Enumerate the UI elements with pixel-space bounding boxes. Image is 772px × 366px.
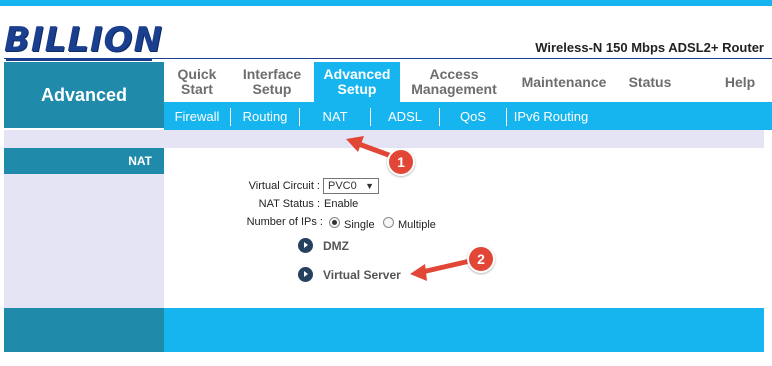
arrow-2-line [419,258,473,275]
callout-badge-2: 2 [467,245,495,273]
annotation-arrows [346,136,473,281]
arrow-2-head [410,264,427,281]
callout-badge-1: 1 [387,148,415,176]
